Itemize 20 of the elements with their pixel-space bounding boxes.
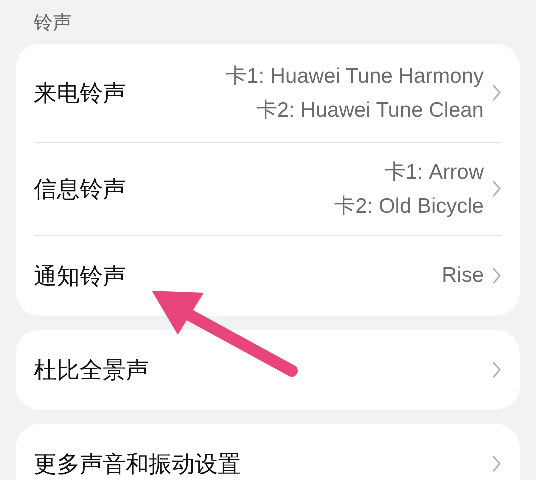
section-title: 铃声 <box>33 11 73 36</box>
row-value: 卡1: Huawei Tune Harmony <box>226 64 484 90</box>
row-value: 卡1: Arrow <box>384 160 484 186</box>
settings-row[interactable]: 来电铃声 卡1: Huawei Tune Harmony 卡2: Huawei Tune Clean <box>34 44 502 142</box>
settings-row[interactable]: 杜比全景声 <box>34 330 502 410</box>
row-title: 信息铃声 <box>34 176 126 204</box>
settings-row[interactable]: 信息铃声 卡1: Arrow 卡2: Old Bicycle <box>34 142 502 235</box>
row-title: 通知铃声 <box>34 262 126 292</box>
chevron-icon <box>492 266 502 286</box>
row-title: 更多声音和振动设置 <box>34 450 241 480</box>
chevron-icon <box>492 179 502 199</box>
chevron-icon <box>492 454 502 474</box>
chevron-icon <box>492 360 502 380</box>
row-title: 杜比全景声 <box>34 356 149 386</box>
row-title: 来电铃声 <box>34 80 126 108</box>
row-value: 卡2: Old Bicycle <box>334 194 484 220</box>
chevron-icon <box>492 83 502 103</box>
row-value: Rise <box>442 264 484 288</box>
settings-row[interactable]: 更多声音和振动设置 <box>34 424 502 480</box>
row-value: 卡2: Huawei Tune Clean <box>256 98 484 124</box>
